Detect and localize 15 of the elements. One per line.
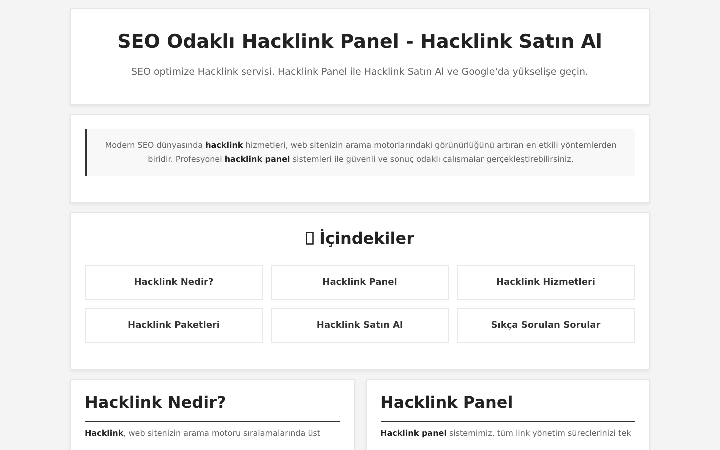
page-title: SEO Odaklı Hacklink Panel - Hacklink Satın Al: [116, 31, 604, 53]
toc-link[interactable]: Sıkça Sorulan Sorular: [457, 308, 635, 343]
toc-title: İçindekiler: [320, 229, 414, 248]
intro-quote: Modern SEO dünyasında hacklink hizmetleri, web sitenizin arama motorlarındaki görünürlüğünü artıran en etkili yöntemlerden biridir. Profesyonel hacklink panel sistemleri ile güvenli ve sonuç odaklı çalışmalar gerçekleştirebilirsiniz.: [85, 129, 635, 176]
section-text: Hacklink panel sistemimiz, tüm link yönetim süreçlerinizi tek: [380, 429, 632, 438]
section-title: Hacklink Nedir?: [85, 393, 340, 422]
toc-link[interactable]: Hacklink Panel: [271, 265, 449, 300]
toc-link[interactable]: Hacklink Nedir?: [85, 265, 263, 300]
toc-link[interactable]: Hacklink Hizmetleri: [457, 265, 635, 300]
section-text: Hacklink, web sitenizin arama motoru sıralamalarında üst: [85, 429, 322, 438]
box-icon: [306, 232, 314, 245]
section-title: Hacklink Panel: [380, 393, 635, 422]
toc-link[interactable]: Hacklink Satın Al: [271, 308, 449, 343]
page-subtitle: SEO optimize Hacklink servisi. Hacklink Panel ile Hacklink Satın Al ve Google'da yükselişe geçin.: [130, 67, 590, 78]
toc-link[interactable]: Hacklink Paketleri: [85, 308, 263, 343]
